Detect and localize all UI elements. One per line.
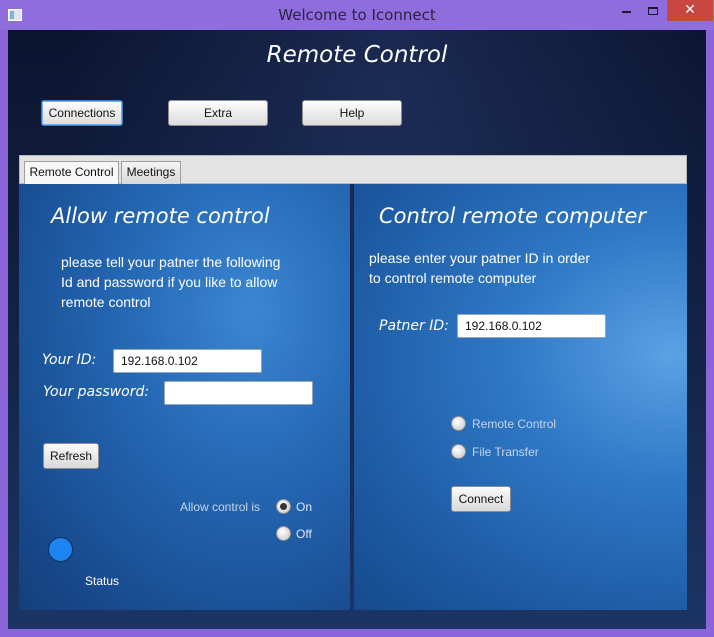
your-id-field[interactable]: 192.168.0.102 <box>113 349 262 373</box>
minimize-icon <box>621 10 631 13</box>
partner-id-field[interactable]: 192.168.0.102 <box>457 314 606 338</box>
control-info-line: to control remote computer <box>369 270 537 286</box>
control-info-line: please enter your patner ID in order <box>369 250 591 266</box>
partner-id-label: Patner ID: <box>379 318 449 334</box>
mode-file-transfer-radio[interactable] <box>451 444 466 459</box>
allow-info-line: please tell your patner the following <box>61 254 281 270</box>
status-indicator <box>48 537 73 562</box>
mode-remote-control-radio[interactable] <box>451 416 466 431</box>
connections-button[interactable]: Connections <box>41 100 123 126</box>
app-client-area: Remote Control Connections Extra Help Re… <box>8 30 706 629</box>
tab-bar: Remote Control Meetings <box>19 155 687 184</box>
your-password-label: Your password: <box>43 384 150 400</box>
control-panel-heading: Control remote computer <box>379 204 647 228</box>
allow-panel-heading: Allow remote control <box>51 204 270 228</box>
allow-control-off-radio[interactable] <box>276 526 291 541</box>
close-icon: ✕ <box>684 2 696 18</box>
close-button[interactable]: ✕ <box>667 0 713 21</box>
allow-remote-control-panel: Allow remote control please tell your pa… <box>19 184 350 610</box>
tab-remote-control[interactable]: Remote Control <box>24 161 119 184</box>
window-title: Welcome to Iconnect <box>278 6 436 24</box>
extra-button[interactable]: Extra <box>168 100 268 126</box>
allow-control-label: Allow control is <box>180 500 261 514</box>
control-remote-computer-panel: Control remote computer please enter you… <box>354 184 687 610</box>
page-title: Remote Control <box>266 42 448 68</box>
allow-control-off-label[interactable]: Off <box>296 527 312 541</box>
allow-info-line: Id and password if you like to allow <box>61 274 278 290</box>
tab-meetings[interactable]: Meetings <box>121 161 181 184</box>
connect-button[interactable]: Connect <box>451 486 511 512</box>
maximize-icon <box>648 6 658 15</box>
mode-remote-control-label[interactable]: Remote Control <box>472 417 556 431</box>
your-id-label: Your ID: <box>42 352 97 368</box>
refresh-button[interactable]: Refresh <box>43 443 99 469</box>
mode-file-transfer-label[interactable]: File Transfer <box>472 445 539 459</box>
maximize-button[interactable] <box>640 0 666 21</box>
allow-control-on-radio[interactable] <box>276 499 291 514</box>
status-label: Status <box>85 574 120 588</box>
minimize-button[interactable] <box>612 0 640 21</box>
window-titlebar[interactable]: Welcome to Iconnect ✕ <box>0 0 714 30</box>
your-password-field[interactable] <box>164 381 313 405</box>
allow-control-on-label[interactable]: On <box>296 500 312 514</box>
allow-info-line: remote control <box>61 294 151 310</box>
help-button[interactable]: Help <box>302 100 402 126</box>
